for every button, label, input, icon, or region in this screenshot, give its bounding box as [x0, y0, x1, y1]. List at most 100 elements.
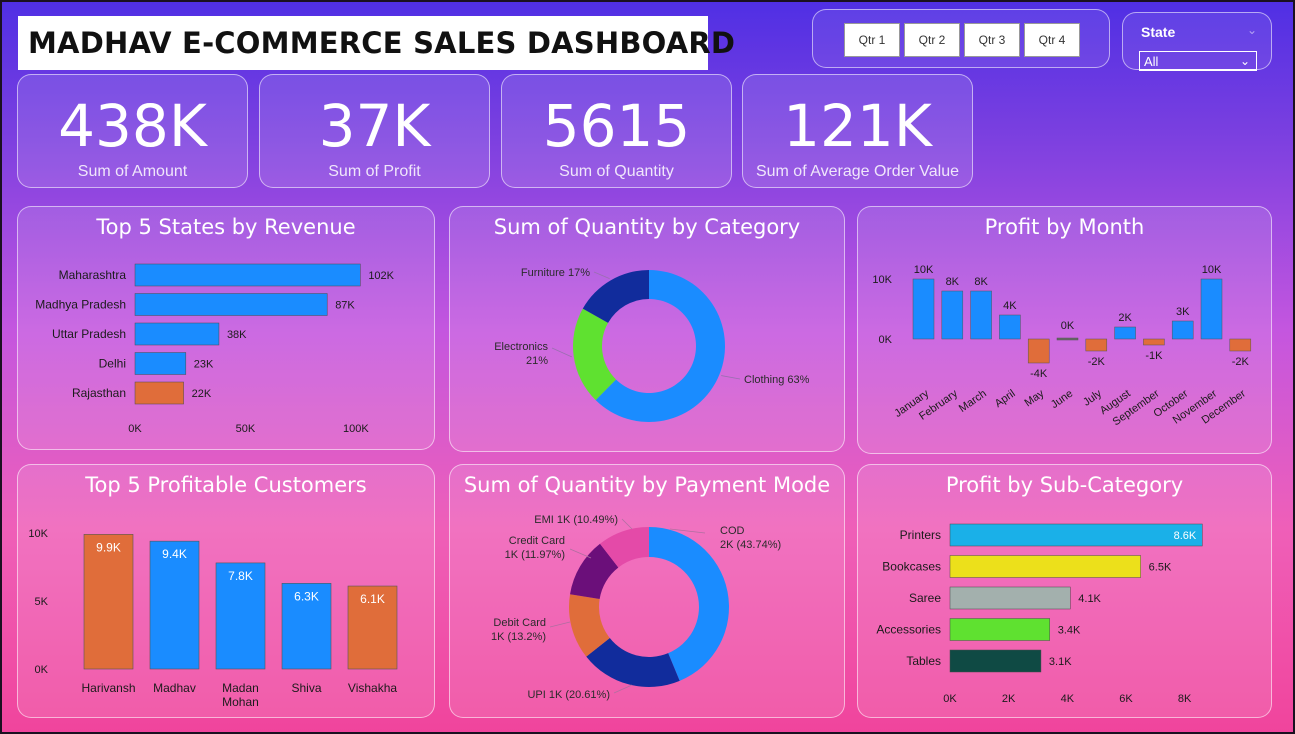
bar [1114, 326, 1136, 340]
bar [949, 555, 1141, 578]
bar [941, 290, 964, 340]
data-label: 87K [335, 300, 355, 312]
data-label: 23K [194, 359, 214, 371]
data-label: 9.9K [96, 540, 121, 554]
x-tick-label: 2K [1002, 693, 1016, 705]
bar [970, 290, 992, 340]
kpi-value: 121K [783, 92, 932, 160]
leader-line [593, 271, 610, 280]
data-label: -1K [1145, 350, 1163, 362]
x-tick-label: 0K [943, 693, 957, 705]
bar [949, 618, 1050, 641]
category-label: Delhi [99, 357, 126, 371]
dashboard-title-box: MADHAV E-COMMERCE SALES DASHBOARD [18, 16, 735, 70]
dashboard-title: MADHAV E-COMMERCE SALES DASHBOARD [28, 26, 736, 60]
slice-label: UPI 1K (20.61%) [527, 689, 610, 701]
bar [912, 278, 935, 340]
bar [134, 322, 220, 346]
data-label: 8K [946, 276, 960, 288]
x-tick-label: Madhav [153, 681, 196, 695]
bar [134, 293, 328, 316]
data-label: 38K [227, 329, 247, 341]
data-label: 3.1K [1049, 656, 1072, 668]
state-dropdown[interactable]: All ⌄ [1139, 51, 1257, 71]
customers-chart: 10K 5K 0K 9.9K Harivansh 9.4K Madhav 7.8K Madan M… [28, 528, 397, 709]
y-tick-label: 10K [28, 528, 48, 540]
slice-label: Credit Card 1K (11.97%) [505, 535, 565, 561]
slice-label: COD 2K (43.74%) [720, 525, 781, 551]
x-tick-label: Vishakha [348, 681, 397, 695]
bar [1085, 338, 1108, 352]
x-tick-label: 8K [1178, 693, 1192, 705]
payment-panel: Sum of Quantity by Payment Mode COD 2K (4… [449, 464, 845, 718]
profit-month-chart: 10K0K10KJanuary8KFebruary8KMarch4KApril-… [872, 264, 1252, 428]
data-label: 7.8K [228, 569, 253, 583]
category-label: Rajasthan [72, 386, 126, 400]
data-label: 22K [192, 388, 212, 400]
bar [134, 381, 184, 405]
bar [949, 523, 1203, 547]
dropdown-arrow-icon: ⌄ [1239, 54, 1250, 68]
qtr-1-button[interactable]: Qtr 1 [844, 23, 900, 57]
category-label: Bookcases [882, 560, 941, 574]
data-label: 6.3K [294, 589, 319, 603]
qtr-4-button[interactable]: Qtr 4 [1024, 23, 1080, 57]
x-tick-label: June [1049, 388, 1075, 412]
data-label: -4K [1030, 368, 1048, 380]
category-label: Printers [900, 528, 941, 542]
kpi-label: Sum of Amount [77, 163, 188, 180]
leader-line [621, 518, 633, 530]
slice-label: Debit Card 1K (13.2%) [491, 617, 546, 643]
leader-line [613, 684, 633, 694]
x-tick-label: 4K [1061, 693, 1075, 705]
slice-label: EMI 1K (10.49%) [534, 514, 618, 526]
y-tick-label: 0K [35, 664, 49, 676]
x-tick-label: April [993, 388, 1018, 410]
bar [1171, 320, 1194, 340]
data-label: 3K [1176, 306, 1190, 318]
y-tick-label: 10K [872, 274, 892, 286]
x-tick-label: Madan Mohan [222, 681, 259, 709]
bar [1200, 278, 1223, 340]
x-tick-label: 0K [128, 423, 142, 435]
payment-donut-chart: COD 2K (43.74%) UPI 1K (20.61%) Debit Card 1… [491, 514, 781, 701]
kpi-card-aov: 121K Sum of Average Order Value [742, 74, 973, 188]
bar [999, 314, 1021, 340]
data-label: 4.1K [1078, 593, 1101, 605]
x-tick-label: Harivansh [81, 681, 135, 695]
leader-line [721, 375, 741, 380]
quarter-slicer: Qtr 1 Qtr 2 Qtr 3 Qtr 4 [812, 9, 1110, 68]
slice-label: Clothing 63% [744, 374, 810, 386]
kpi-card-profit: 37K Sum of Profit [259, 74, 490, 188]
data-label: 9.4K [162, 547, 187, 561]
data-label: 10K [1202, 264, 1222, 276]
bar [949, 649, 1042, 673]
x-tick-label: Shiva [291, 681, 321, 695]
data-label: 3.4K [1058, 625, 1081, 637]
x-tick-label: 50K [236, 423, 256, 435]
bar [1027, 338, 1050, 364]
data-label: 6.5K [1149, 562, 1172, 574]
category-donut-chart: Clothing 63% Electronics 21% Furniture 17% [494, 267, 810, 422]
data-label: 8K [974, 276, 988, 288]
category-label: Tables [906, 654, 941, 668]
slice-label: Electronics 21% [494, 341, 548, 367]
kpi-card-quantity: 5615 Sum of Quantity [501, 74, 732, 188]
state-slicer: State ⌄ All ⌄ [1122, 12, 1272, 71]
leader-line [549, 621, 571, 628]
data-label: 0K [1061, 320, 1075, 332]
y-tick-label: 5K [35, 596, 49, 608]
chevron-down-icon[interactable]: ⌄ [1247, 23, 1257, 37]
category-label: Saree [909, 591, 941, 605]
bar [949, 586, 1071, 610]
data-label: 2K [1118, 312, 1132, 324]
data-label: 6.1K [360, 592, 385, 606]
qtr-3-button[interactable]: Qtr 3 [964, 23, 1020, 57]
leader-line [569, 548, 592, 559]
y-tick-label: 0K [879, 334, 893, 346]
bar [1229, 338, 1252, 352]
data-label: 102K [368, 270, 394, 282]
top-states-chart: Maharashtra 102K Madhya Pradesh 87K Uttar Pr… [35, 263, 395, 435]
qtr-2-button[interactable]: Qtr 2 [904, 23, 960, 57]
data-label: -2K [1232, 356, 1250, 368]
